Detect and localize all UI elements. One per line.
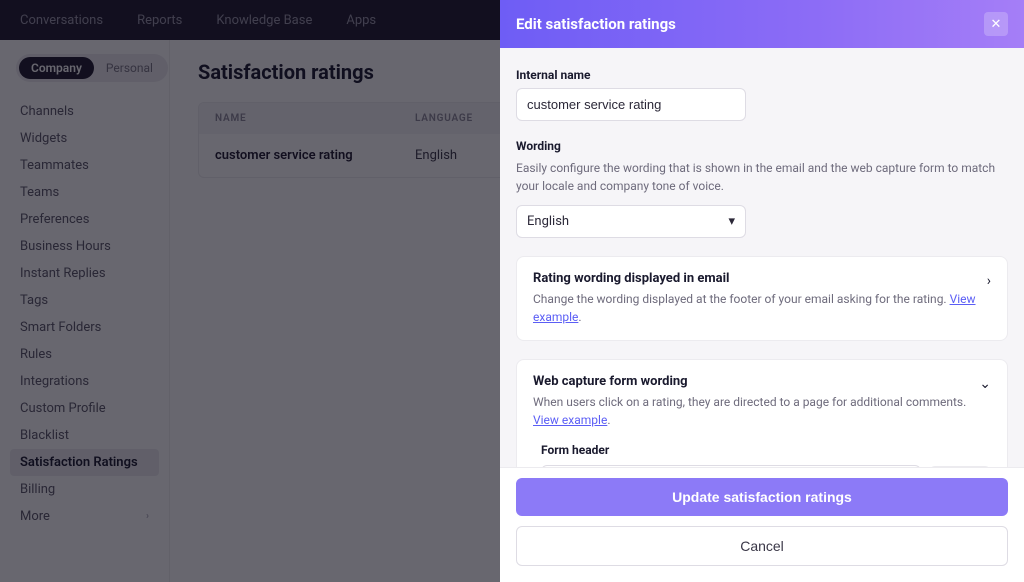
wording-label: Wording: [516, 139, 1008, 153]
web-view-example-link[interactable]: View example: [533, 413, 607, 427]
web-card-title: Web capture form wording: [533, 374, 969, 389]
email-wording-card[interactable]: Rating wording displayed in email Change…: [516, 256, 1008, 341]
web-capture-card: Web capture form wording When users clic…: [516, 359, 1008, 467]
web-capture-toggle[interactable]: Web capture form wording When users clic…: [533, 374, 991, 429]
form-header-label: Form header: [541, 443, 991, 457]
panel-title: Edit satisfaction ratings: [516, 15, 676, 33]
email-card-sub: Change the wording displayed at the foot…: [533, 290, 977, 326]
chevron-right-icon: ›: [987, 273, 991, 289]
close-button[interactable]: ✕: [984, 12, 1008, 36]
close-icon: ✕: [991, 17, 1002, 32]
panel-footer: Update satisfaction ratings Cancel: [500, 467, 1024, 582]
wording-desc: Easily configure the wording that is sho…: [516, 159, 1008, 195]
email-card-title: Rating wording displayed in email: [533, 271, 977, 286]
panel-header: Edit satisfaction ratings ✕: [500, 0, 1024, 48]
web-card-sub: When users click on a rating, they are d…: [533, 393, 969, 429]
language-select[interactable]: English ▾: [516, 205, 746, 238]
chevron-down-icon: ⌄: [979, 376, 991, 392]
internal-name-label: Internal name: [516, 68, 1008, 82]
cancel-button[interactable]: Cancel: [516, 526, 1008, 566]
panel-body[interactable]: Internal name Wording Easily configure t…: [500, 48, 1024, 467]
update-button[interactable]: Update satisfaction ratings: [516, 478, 1008, 516]
chevron-down-icon: ▾: [728, 214, 735, 229]
edit-panel: Edit satisfaction ratings ✕ Internal nam…: [500, 0, 1024, 582]
language-value: English: [527, 214, 569, 229]
internal-name-input[interactable]: [516, 88, 746, 121]
